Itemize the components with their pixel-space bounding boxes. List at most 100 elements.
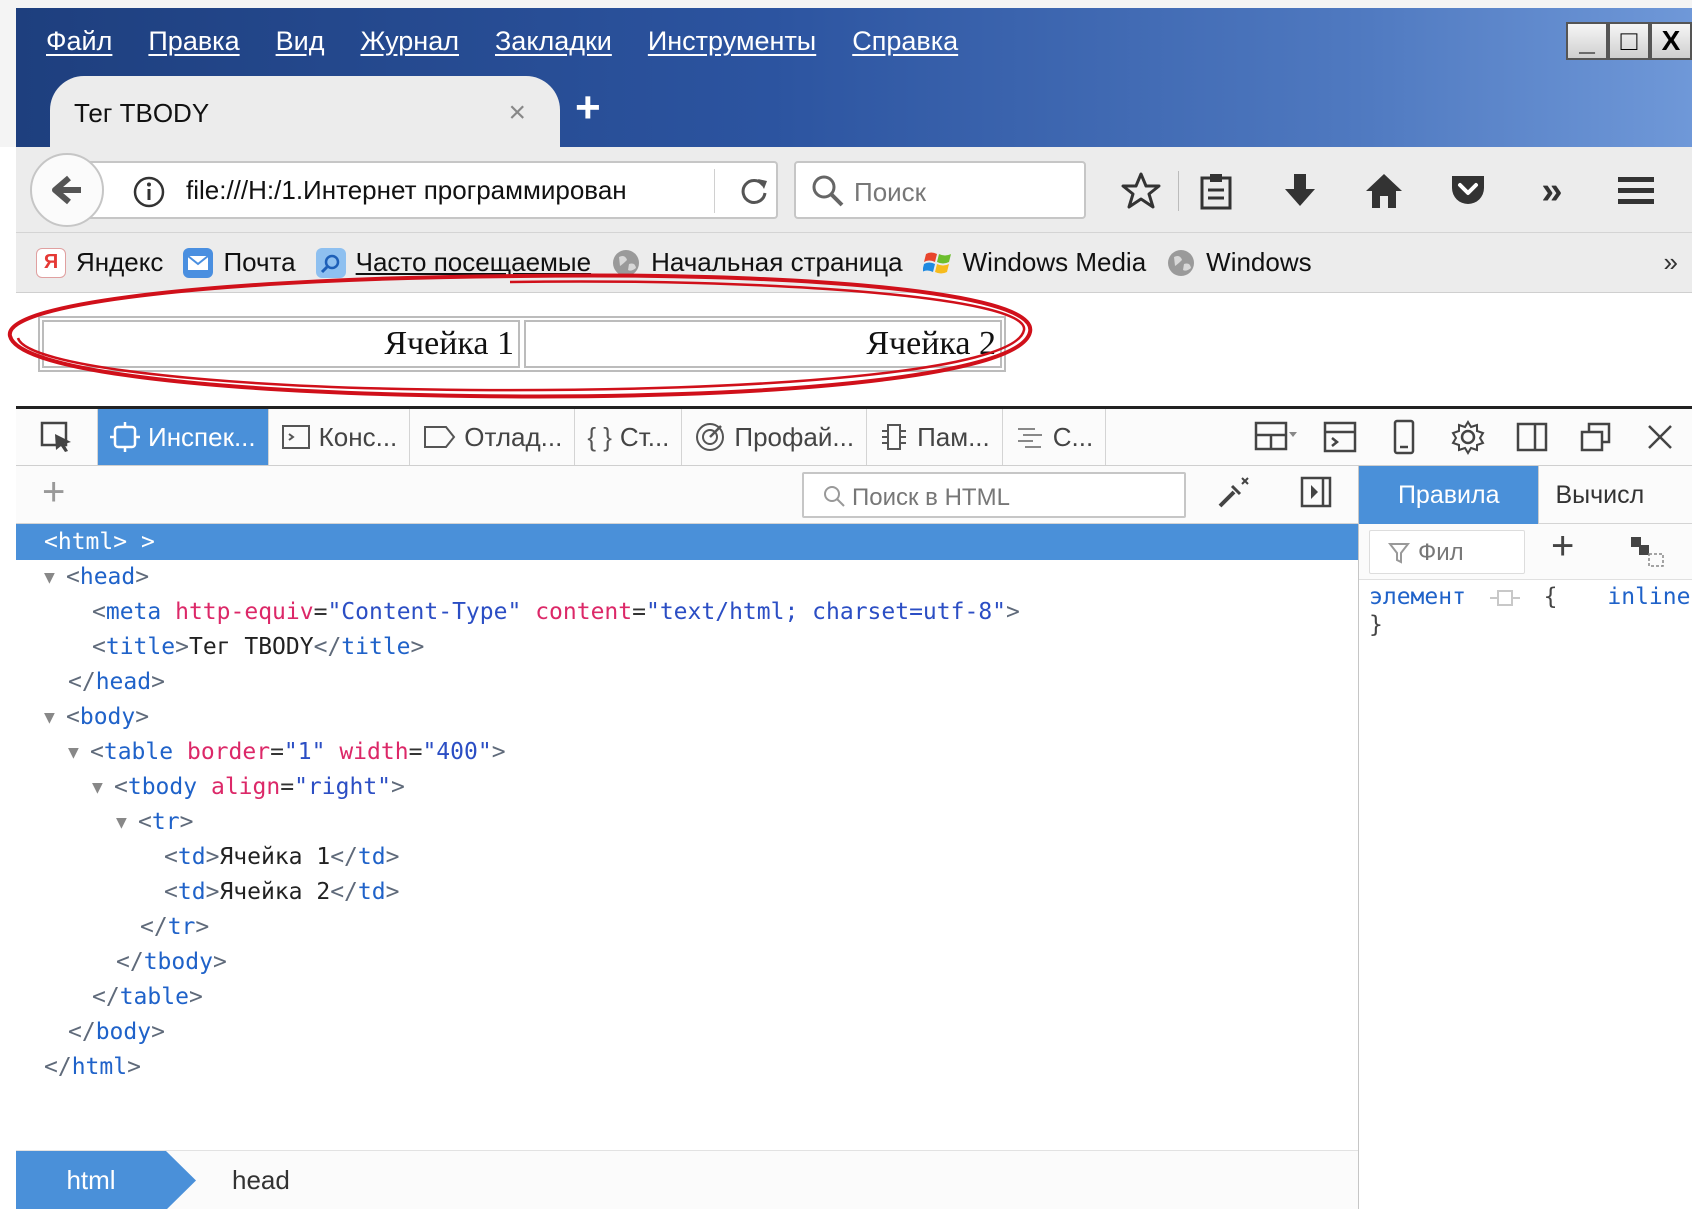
breadcrumb-head[interactable]: head (232, 1165, 290, 1196)
bookmark-yandex[interactable]: Я Яндекс (36, 247, 163, 278)
back-button[interactable] (30, 153, 104, 227)
markup-node-html-close[interactable]: </html > (16, 1049, 1358, 1085)
element-picker-button[interactable] (16, 409, 98, 465)
tag-name: table (103, 739, 174, 765)
node-highlight-icon[interactable] (1488, 586, 1522, 610)
attr-name: content (535, 599, 633, 625)
separate-window-icon[interactable] (1564, 409, 1628, 465)
tag-bracket: < (138, 809, 152, 835)
minimize-button[interactable]: _ (1566, 22, 1608, 60)
pocket-icon[interactable] (1439, 163, 1497, 219)
collapse-marker: > (127, 529, 155, 555)
settings-gear-icon[interactable] (1436, 409, 1500, 465)
layout-icon[interactable] (1244, 409, 1308, 465)
tag-bracket: </ (330, 879, 358, 905)
tab-console[interactable]: Конс... (269, 409, 411, 465)
menu-history[interactable]: Журнал (360, 26, 459, 66)
markup-node-tbody[interactable]: ▼ < tbody align = "right" > (16, 769, 1358, 805)
tab-close-icon[interactable]: × (508, 96, 526, 130)
tag-name: title (341, 634, 411, 660)
bookmarks-overflow-button[interactable]: » (1664, 247, 1678, 278)
markup-node-html[interactable]: < html > > (16, 524, 1358, 560)
bookmark-windows[interactable]: Windows (1166, 247, 1312, 278)
pseudo-class-toggle-icon[interactable] (1627, 534, 1667, 577)
markup-node-tbody-close[interactable]: </tbody > (16, 944, 1358, 980)
globe-icon (611, 248, 641, 278)
expand-triangle-icon[interactable]: ▼ (116, 812, 138, 833)
markup-node-tr[interactable]: ▼ < tr > (16, 804, 1358, 840)
menu-help[interactable]: Справка (852, 26, 958, 66)
search-box[interactable]: Поиск (794, 161, 1086, 219)
menu-edit[interactable]: Правка (148, 26, 239, 66)
rule-filter-input[interactable]: Фил (1369, 530, 1525, 574)
split-console-icon[interactable] (1308, 409, 1372, 465)
bookmark-windows-media[interactable]: Windows Media (922, 247, 1146, 278)
new-tab-button[interactable]: + (575, 86, 601, 130)
tag-bracket: </ (68, 669, 96, 695)
menu-file[interactable]: Файл (46, 26, 112, 66)
add-node-button[interactable]: + (42, 470, 65, 515)
eyedropper-icon[interactable] (1214, 474, 1252, 519)
bookmarks-list-icon[interactable] (1187, 163, 1245, 219)
tag-bracket: < (92, 634, 106, 660)
responsive-mode-icon[interactable] (1372, 409, 1436, 465)
markup-node-table-close[interactable]: </table > (16, 979, 1358, 1015)
markup-node-body[interactable]: ▼ < body > (16, 699, 1358, 735)
tab-inspector[interactable]: Инспек... (98, 409, 269, 465)
bookmark-star-icon[interactable] (1112, 163, 1170, 219)
tab-rules[interactable]: Правила (1359, 466, 1539, 524)
attr-name: align (210, 774, 281, 800)
download-icon[interactable] (1271, 163, 1329, 219)
markup-node-body-close[interactable]: </body > (16, 1014, 1358, 1050)
expand-triangle-icon[interactable]: ▼ (92, 777, 114, 798)
tag-bracket: > (135, 564, 150, 590)
site-info-icon[interactable] (132, 175, 166, 216)
markup-node-meta[interactable]: < meta http-equiv = "Content-Type" content =… (16, 594, 1358, 630)
expand-triangle-icon[interactable]: ▼ (68, 742, 90, 763)
markup-node-td-1[interactable]: < td > Ячейка 1 </td > (16, 839, 1358, 875)
browser-tab[interactable]: Тег TBODY × (50, 76, 560, 150)
bookmark-start-page[interactable]: Начальная страница (611, 247, 903, 278)
bookmark-mail[interactable]: Почта (183, 247, 296, 278)
close-window-button[interactable]: X (1650, 22, 1692, 60)
menu-bookmarks[interactable]: Закладки (495, 26, 612, 66)
html-search-input[interactable]: Поиск в HTML (802, 472, 1186, 518)
tag-bracket: < (90, 739, 104, 765)
dock-side-icon[interactable] (1500, 409, 1564, 465)
menu-tools[interactable]: Инструменты (648, 26, 816, 66)
rule-source[interactable]: inline (1607, 584, 1690, 610)
add-rule-button[interactable]: + (1551, 524, 1574, 569)
bookmark-frequent[interactable]: Часто посещаемые (315, 247, 591, 278)
rule-selector[interactable]: элемент (1369, 584, 1466, 610)
toggle-sidebar-icon[interactable] (1298, 474, 1334, 517)
tag-name: tr (151, 809, 180, 835)
maximize-button[interactable]: □ (1608, 22, 1650, 60)
tab-memory[interactable]: Пам... (867, 409, 1003, 465)
tab-network[interactable]: С... (1003, 409, 1107, 465)
markup-node-head-close[interactable]: </head > (16, 664, 1358, 700)
close-devtools-icon[interactable] (1628, 409, 1692, 465)
markup-node-title[interactable]: < title > Тег TBODY </title > (16, 629, 1358, 665)
url-bar[interactable]: file:///H:/1.Интернет программирован (86, 161, 778, 219)
reload-icon[interactable] (736, 173, 772, 216)
text-node: Ячейка 2 (219, 879, 331, 905)
expand-triangle-icon[interactable]: ▼ (44, 707, 66, 728)
tag-bracket: > (151, 669, 165, 695)
menu-view[interactable]: Вид (276, 26, 325, 66)
markup-node-table[interactable]: ▼ < table border = "1" width = "400" > (16, 734, 1358, 770)
bookmark-label: Windows (1206, 247, 1312, 277)
tab-debugger[interactable]: Отлад... (410, 409, 576, 465)
tab-label: Отлад... (464, 421, 563, 452)
tab-profiler[interactable]: Профай... (682, 409, 868, 465)
home-icon[interactable] (1355, 163, 1413, 219)
tab-style-editor[interactable]: { } Ст... (575, 409, 683, 465)
overflow-menu-icon[interactable]: » (1523, 163, 1581, 219)
tab-computed[interactable]: Вычисл (1538, 466, 1692, 524)
markup-node-td-2[interactable]: < td > Ячейка 2 </td > (16, 874, 1358, 910)
markup-node-head[interactable]: ▼ < head > (16, 559, 1358, 595)
hamburger-menu-icon[interactable] (1607, 163, 1665, 219)
tag-name: td (177, 879, 206, 905)
expand-triangle-icon[interactable]: ▼ (44, 567, 66, 588)
breadcrumb-html[interactable]: html (16, 1151, 196, 1209)
markup-node-tr-close[interactable]: </tr > (16, 909, 1358, 945)
